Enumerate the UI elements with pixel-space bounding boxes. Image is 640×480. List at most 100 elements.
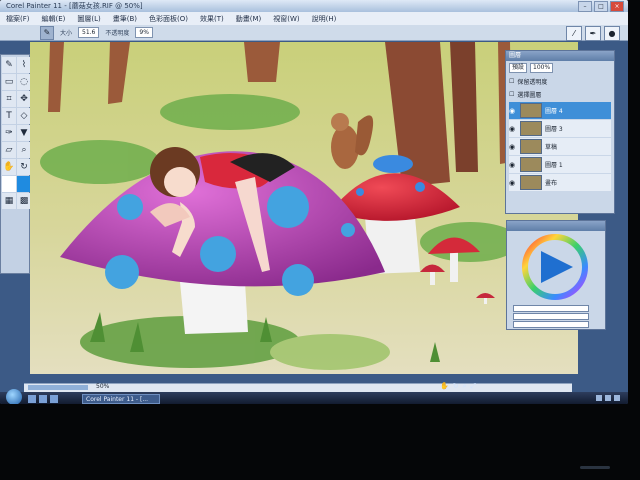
eraser-tool-icon[interactable]: ▱ — [2, 142, 16, 158]
preserve-row: ☐ 保留透明度 — [506, 75, 614, 88]
secondary-color-swatch[interactable] — [2, 176, 16, 192]
color-panel — [506, 220, 606, 330]
text-tool-icon[interactable]: T — [2, 108, 16, 124]
shape-tool-icon[interactable]: ◇ — [17, 108, 31, 124]
menu-brushes[interactable]: 畫筆(B) — [113, 14, 137, 24]
menu-help[interactable]: 說明(H) — [312, 14, 337, 24]
preserve-transparency-checkbox[interactable]: ☐ — [509, 78, 514, 85]
grabber-tool-icon[interactable]: ✋ — [2, 159, 16, 175]
layer-thumbnail — [520, 157, 542, 172]
monitor-power-led — [580, 466, 610, 469]
layer-item[interactable]: ◉ 圖層 4 — [509, 102, 611, 119]
color-panel-header — [507, 221, 605, 231]
layer-opacity-field[interactable]: 100% — [530, 63, 554, 73]
pen-tool-icon[interactable]: ✑ — [2, 125, 16, 141]
quick-launch-icon[interactable] — [28, 395, 36, 403]
pick-row: ☐ 選擇圖層 — [506, 88, 614, 101]
opacity-input[interactable]: 9% — [135, 27, 153, 38]
quick-launch — [28, 395, 58, 403]
layer-thumbnail — [520, 139, 542, 154]
minimize-button[interactable]: – — [578, 1, 592, 12]
system-tray — [596, 395, 620, 401]
primary-color-swatch[interactable] — [17, 176, 31, 192]
saturation-triangle[interactable] — [541, 251, 573, 283]
taskbar-item-painter[interactable]: Corel Painter 11 - [... — [82, 394, 160, 404]
lasso-tool-icon[interactable]: ◌ — [17, 74, 31, 90]
brush-variant-icon[interactable]: ✒ — [585, 26, 601, 41]
layer-thumbnail — [520, 175, 542, 190]
magnifier-tool-icon[interactable]: ⌕ — [17, 142, 31, 158]
zoom-level[interactable]: 50% — [96, 383, 109, 390]
pick-layer-checkbox[interactable]: ☐ — [509, 91, 514, 98]
brush-category-icon[interactable]: ⁄ — [566, 26, 582, 41]
preserve-transparency-label: 保留透明度 — [517, 79, 548, 86]
size-label: 大小 — [60, 30, 73, 37]
window-title: Corel Painter 11 - [蘑菇女孩.RIF @ 50%] — [6, 2, 143, 10]
maximize-button[interactable]: □ — [594, 1, 608, 12]
paper-icon[interactable]: ▦ — [2, 193, 16, 209]
visibility-eye-icon[interactable]: ◉ — [509, 143, 517, 151]
layer-item[interactable]: ◉ 圖層 3 — [509, 120, 611, 137]
start-button[interactable] — [6, 389, 22, 404]
tray-icon[interactable] — [614, 395, 620, 401]
transform-tool-icon[interactable]: ✥ — [17, 91, 31, 107]
brush-preset-icon[interactable]: ✎ — [40, 25, 54, 40]
layer-name: 草稿 — [545, 144, 558, 151]
menu-effects[interactable]: 效果(T) — [200, 14, 224, 24]
visibility-eye-icon[interactable]: ◉ — [509, 125, 517, 133]
layer-item[interactable]: ◉ 圖層 1 — [509, 156, 611, 173]
dropper-tool-icon[interactable]: ⌇ — [17, 57, 31, 73]
horizontal-scrollbar[interactable]: 50% — [24, 383, 572, 392]
grab-icon[interactable]: ✋ — [440, 382, 449, 391]
brush-dot-icon[interactable]: ● — [604, 26, 620, 41]
visibility-eye-icon[interactable]: ◉ — [509, 107, 517, 115]
close-button[interactable]: × — [610, 1, 624, 12]
menu-edit[interactable]: 編輯(E) — [42, 14, 66, 24]
color-slider[interactable] — [513, 321, 589, 328]
size-input[interactable]: 51.6 — [78, 27, 100, 38]
view-controls: ✋ ↻ ⌕ ⤢ — [440, 382, 476, 391]
layer-item[interactable]: ◉ 畫布 — [509, 174, 611, 191]
color-slider[interactable] — [513, 305, 589, 312]
artwork — [30, 42, 578, 374]
quick-launch-icon[interactable] — [50, 395, 58, 403]
menu-window[interactable]: 視窗(W) — [273, 14, 299, 24]
opacity-label: 不透明度 — [105, 30, 130, 37]
brush-selector-bar: ⁄ ✒ ● — [566, 26, 620, 41]
menu-color[interactable]: 色彩面板(O) — [149, 14, 188, 24]
layer-name: 圖層 1 — [545, 162, 563, 169]
pattern-icon[interactable]: ▩ — [17, 193, 31, 209]
layer-item[interactable]: ◉ 草稿 — [509, 138, 611, 155]
quick-launch-icon[interactable] — [39, 395, 47, 403]
color-slider[interactable] — [513, 313, 589, 320]
fill-tool-icon[interactable]: ▼ — [17, 125, 31, 141]
layer-thumbnail — [520, 121, 542, 136]
zoom-icon[interactable]: ⌕ — [463, 382, 467, 391]
menu-layers[interactable]: 圖層(L) — [77, 14, 100, 24]
drawing-canvas[interactable] — [30, 42, 578, 374]
title-bar: Corel Painter 11 - [蘑菇女孩.RIF @ 50%] – □ … — [0, 0, 628, 12]
tray-icon[interactable] — [596, 395, 602, 401]
rotate-tool-icon[interactable]: ↻ — [17, 159, 31, 175]
taskbar: Corel Painter 11 - [... — [0, 389, 628, 404]
color-wheel[interactable] — [507, 231, 605, 301]
tray-icon[interactable] — [605, 395, 611, 401]
menu-movie[interactable]: 動畫(M) — [236, 14, 262, 24]
menu-file[interactable]: 檔案(F) — [6, 14, 30, 24]
crop-tool-icon[interactable]: ⌗ — [2, 91, 16, 107]
composite-row: 預設 100% — [506, 61, 614, 75]
visibility-eye-icon[interactable]: ◉ — [509, 179, 517, 187]
scrollbar-thumb[interactable] — [28, 385, 88, 390]
monitor-screen: Corel Painter 11 - [蘑菇女孩.RIF @ 50%] – □ … — [0, 0, 628, 404]
window-controls: – □ × — [578, 1, 624, 12]
composite-method-select[interactable]: 預設 — [509, 63, 528, 73]
visibility-eye-icon[interactable]: ◉ — [509, 161, 517, 169]
rotate-icon[interactable]: ↻ — [453, 382, 459, 391]
fit-icon[interactable]: ⤢ — [471, 382, 477, 391]
pick-layer-label: 選擇圖層 — [517, 92, 542, 99]
selection-tool-icon[interactable]: ▭ — [2, 74, 16, 90]
brush-tool-icon[interactable]: ✎ — [2, 57, 16, 73]
layers-panel-header: 圖層 — [506, 51, 614, 61]
layer-thumbnail — [520, 103, 542, 118]
property-bar: ✎ 大小 51.6 不透明度 9% — [0, 25, 628, 41]
